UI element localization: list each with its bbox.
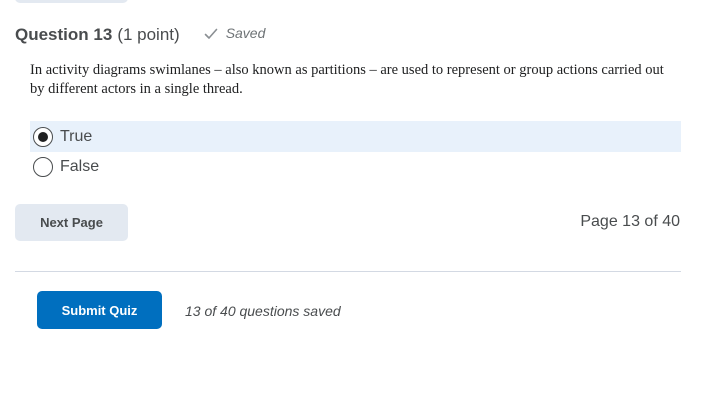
check-icon xyxy=(204,28,217,39)
question-title: Question 13 xyxy=(15,25,113,44)
next-page-button[interactable]: Next Page xyxy=(15,204,128,241)
question-header: Question 13 (1 point) Saved xyxy=(15,25,265,45)
saved-status-label: Saved xyxy=(225,25,266,41)
option-false-label[interactable]: False xyxy=(60,158,99,176)
saved-status: Saved xyxy=(204,25,266,41)
page-indicator: Page 13 of 40 xyxy=(580,213,680,230)
questions-saved-count: 13 of 40 questions saved xyxy=(185,303,341,319)
option-false[interactable]: False xyxy=(30,151,681,182)
submit-quiz-button[interactable]: Submit Quiz xyxy=(37,291,162,329)
question-text: In activity diagrams swimlanes – also kn… xyxy=(30,62,664,97)
question-points: (1 point) xyxy=(117,25,180,44)
radio-true[interactable] xyxy=(33,126,53,147)
option-true-label[interactable]: True xyxy=(60,128,92,146)
divider xyxy=(15,271,681,272)
previous-button-edge[interactable] xyxy=(15,0,128,3)
radio-selected-dot xyxy=(38,131,48,142)
radio-false[interactable] xyxy=(33,156,53,177)
quiz-page: Question 13 (1 point) Saved In activity … xyxy=(0,0,716,417)
option-true[interactable]: True xyxy=(30,121,681,152)
